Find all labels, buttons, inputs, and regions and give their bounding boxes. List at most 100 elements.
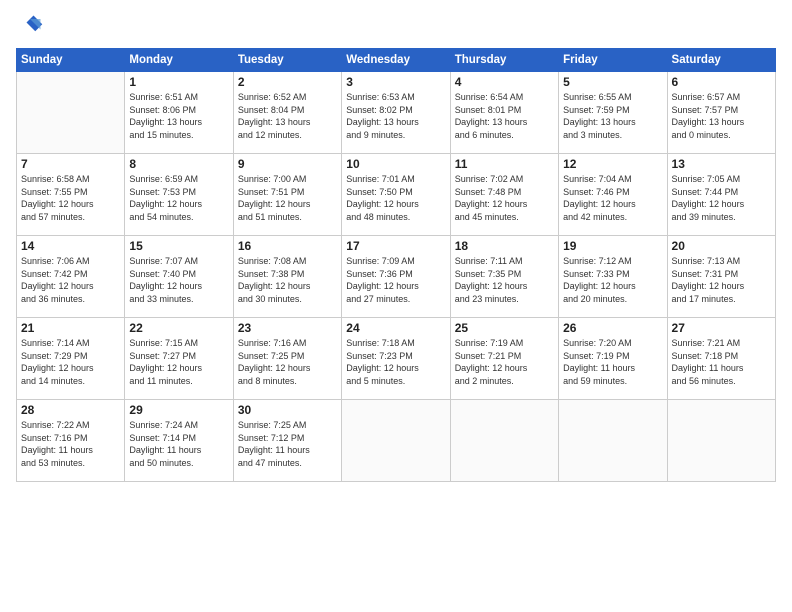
day-number: 4 bbox=[455, 75, 554, 89]
day-info: Sunrise: 7:15 AMSunset: 7:27 PMDaylight:… bbox=[129, 337, 228, 387]
day-info: Sunrise: 6:55 AMSunset: 7:59 PMDaylight:… bbox=[563, 91, 662, 141]
calendar-cell: 28 Sunrise: 7:22 AMSunset: 7:16 PMDayligh… bbox=[17, 400, 125, 482]
day-number: 10 bbox=[346, 157, 445, 171]
day-number: 7 bbox=[21, 157, 120, 171]
week-row-5: 28 Sunrise: 7:22 AMSunset: 7:16 PMDayligh… bbox=[17, 400, 776, 482]
day-number: 25 bbox=[455, 321, 554, 335]
day-number: 21 bbox=[21, 321, 120, 335]
logo-icon bbox=[16, 12, 44, 40]
week-row-2: 7 Sunrise: 6:58 AMSunset: 7:55 PMDaylight… bbox=[17, 154, 776, 236]
day-info: Sunrise: 6:52 AMSunset: 8:04 PMDaylight:… bbox=[238, 91, 337, 141]
day-info: Sunrise: 7:00 AMSunset: 7:51 PMDaylight:… bbox=[238, 173, 337, 223]
week-row-1: 1Sunrise: 6:51 AMSunset: 8:06 PMDaylight… bbox=[17, 72, 776, 154]
day-number: 13 bbox=[672, 157, 771, 171]
calendar-cell: 23 Sunrise: 7:16 AMSunset: 7:25 PMDayligh… bbox=[233, 318, 341, 400]
day-number: 18 bbox=[455, 239, 554, 253]
calendar-cell: 18 Sunrise: 7:11 AMSunset: 7:35 PMDayligh… bbox=[450, 236, 558, 318]
day-info: Sunrise: 7:09 AMSunset: 7:36 PMDaylight:… bbox=[346, 255, 445, 305]
day-info: Sunrise: 7:24 AMSunset: 7:14 PMDaylight:… bbox=[129, 419, 228, 469]
weekday-header-wednesday: Wednesday bbox=[342, 49, 450, 72]
day-info: Sunrise: 7:18 AMSunset: 7:23 PMDaylight:… bbox=[346, 337, 445, 387]
day-number: 5 bbox=[563, 75, 662, 89]
day-info: Sunrise: 6:53 AMSunset: 8:02 PMDaylight:… bbox=[346, 91, 445, 141]
calendar-cell: 19Sunrise: 7:12 AMSunset: 7:33 PMDayligh… bbox=[559, 236, 667, 318]
day-info: Sunrise: 6:57 AMSunset: 7:57 PMDaylight:… bbox=[672, 91, 771, 141]
calendar-cell bbox=[559, 400, 667, 482]
day-number: 30 bbox=[238, 403, 337, 417]
day-number: 12 bbox=[563, 157, 662, 171]
day-number: 8 bbox=[129, 157, 228, 171]
day-info: Sunrise: 7:22 AMSunset: 7:16 PMDaylight:… bbox=[21, 419, 120, 469]
day-number: 2 bbox=[238, 75, 337, 89]
day-info: Sunrise: 7:21 AMSunset: 7:18 PMDaylight:… bbox=[672, 337, 771, 387]
calendar-cell: 10 Sunrise: 7:01 AMSunset: 7:50 PMDayligh… bbox=[342, 154, 450, 236]
weekday-header-sunday: Sunday bbox=[17, 49, 125, 72]
calendar-cell: 27 Sunrise: 7:21 AMSunset: 7:18 PMDayligh… bbox=[667, 318, 775, 400]
weekday-header-friday: Friday bbox=[559, 49, 667, 72]
calendar-cell: 12 Sunrise: 7:04 AMSunset: 7:46 PMDayligh… bbox=[559, 154, 667, 236]
day-info: Sunrise: 7:13 AMSunset: 7:31 PMDaylight:… bbox=[672, 255, 771, 305]
day-number: 28 bbox=[21, 403, 120, 417]
calendar-cell: 3 Sunrise: 6:53 AMSunset: 8:02 PMDaylight… bbox=[342, 72, 450, 154]
calendar-cell: 21 Sunrise: 7:14 AMSunset: 7:29 PMDayligh… bbox=[17, 318, 125, 400]
day-number: 3 bbox=[346, 75, 445, 89]
calendar-cell: 13 Sunrise: 7:05 AMSunset: 7:44 PMDayligh… bbox=[667, 154, 775, 236]
calendar-cell: 30 Sunrise: 7:25 AMSunset: 7:12 PMDayligh… bbox=[233, 400, 341, 482]
day-info: Sunrise: 6:54 AMSunset: 8:01 PMDaylight:… bbox=[455, 91, 554, 141]
day-number: 6 bbox=[672, 75, 771, 89]
day-info: Sunrise: 7:25 AMSunset: 7:12 PMDaylight:… bbox=[238, 419, 337, 469]
day-info: Sunrise: 7:06 AMSunset: 7:42 PMDaylight:… bbox=[21, 255, 120, 305]
calendar-cell: 15 Sunrise: 7:07 AMSunset: 7:40 PMDayligh… bbox=[125, 236, 233, 318]
day-number: 27 bbox=[672, 321, 771, 335]
calendar-cell: 7 Sunrise: 6:58 AMSunset: 7:55 PMDaylight… bbox=[17, 154, 125, 236]
calendar-cell: 25Sunrise: 7:19 AMSunset: 7:21 PMDayligh… bbox=[450, 318, 558, 400]
calendar-cell: 6 Sunrise: 6:57 AMSunset: 7:57 PMDaylight… bbox=[667, 72, 775, 154]
day-info: Sunrise: 7:08 AMSunset: 7:38 PMDaylight:… bbox=[238, 255, 337, 305]
calendar-cell bbox=[667, 400, 775, 482]
week-row-3: 14Sunrise: 7:06 AMSunset: 7:42 PMDayligh… bbox=[17, 236, 776, 318]
day-info: Sunrise: 6:58 AMSunset: 7:55 PMDaylight:… bbox=[21, 173, 120, 223]
calendar-cell bbox=[17, 72, 125, 154]
calendar-cell bbox=[450, 400, 558, 482]
day-info: Sunrise: 7:07 AMSunset: 7:40 PMDaylight:… bbox=[129, 255, 228, 305]
day-info: Sunrise: 7:16 AMSunset: 7:25 PMDaylight:… bbox=[238, 337, 337, 387]
logo bbox=[16, 12, 48, 40]
weekday-header-monday: Monday bbox=[125, 49, 233, 72]
weekday-header-saturday: Saturday bbox=[667, 49, 775, 72]
calendar-cell: 4 Sunrise: 6:54 AMSunset: 8:01 PMDaylight… bbox=[450, 72, 558, 154]
day-info: Sunrise: 7:04 AMSunset: 7:46 PMDaylight:… bbox=[563, 173, 662, 223]
day-info: Sunrise: 7:05 AMSunset: 7:44 PMDaylight:… bbox=[672, 173, 771, 223]
day-number: 17 bbox=[346, 239, 445, 253]
day-info: Sunrise: 7:14 AMSunset: 7:29 PMDaylight:… bbox=[21, 337, 120, 387]
calendar-cell: 26 Sunrise: 7:20 AMSunset: 7:19 PMDayligh… bbox=[559, 318, 667, 400]
day-info: Sunrise: 6:59 AMSunset: 7:53 PMDaylight:… bbox=[129, 173, 228, 223]
day-number: 19 bbox=[563, 239, 662, 253]
weekday-header-tuesday: Tuesday bbox=[233, 49, 341, 72]
day-info: Sunrise: 7:11 AMSunset: 7:35 PMDaylight:… bbox=[455, 255, 554, 305]
day-number: 22 bbox=[129, 321, 228, 335]
calendar-header-row: SundayMondayTuesdayWednesdayThursdayFrid… bbox=[17, 49, 776, 72]
day-number: 26 bbox=[563, 321, 662, 335]
day-number: 23 bbox=[238, 321, 337, 335]
weekday-header-thursday: Thursday bbox=[450, 49, 558, 72]
calendar-cell: 8 Sunrise: 6:59 AMSunset: 7:53 PMDaylight… bbox=[125, 154, 233, 236]
day-number: 15 bbox=[129, 239, 228, 253]
day-info: Sunrise: 7:01 AMSunset: 7:50 PMDaylight:… bbox=[346, 173, 445, 223]
week-row-4: 21 Sunrise: 7:14 AMSunset: 7:29 PMDayligh… bbox=[17, 318, 776, 400]
day-info: Sunrise: 6:51 AMSunset: 8:06 PMDaylight:… bbox=[129, 91, 228, 141]
day-number: 29 bbox=[129, 403, 228, 417]
day-number: 24 bbox=[346, 321, 445, 335]
day-number: 11 bbox=[455, 157, 554, 171]
day-info: Sunrise: 7:20 AMSunset: 7:19 PMDaylight:… bbox=[563, 337, 662, 387]
calendar-cell: 5 Sunrise: 6:55 AMSunset: 7:59 PMDaylight… bbox=[559, 72, 667, 154]
calendar-cell: 2 Sunrise: 6:52 AMSunset: 8:04 PMDaylight… bbox=[233, 72, 341, 154]
calendar-table: SundayMondayTuesdayWednesdayThursdayFrid… bbox=[16, 48, 776, 482]
calendar-cell: 20 Sunrise: 7:13 AMSunset: 7:31 PMDayligh… bbox=[667, 236, 775, 318]
calendar-cell: 17 Sunrise: 7:09 AMSunset: 7:36 PMDayligh… bbox=[342, 236, 450, 318]
calendar-cell bbox=[342, 400, 450, 482]
header bbox=[16, 12, 776, 40]
day-number: 9 bbox=[238, 157, 337, 171]
calendar-cell: 11Sunrise: 7:02 AMSunset: 7:48 PMDayligh… bbox=[450, 154, 558, 236]
day-number: 20 bbox=[672, 239, 771, 253]
calendar-cell: 9 Sunrise: 7:00 AMSunset: 7:51 PMDaylight… bbox=[233, 154, 341, 236]
